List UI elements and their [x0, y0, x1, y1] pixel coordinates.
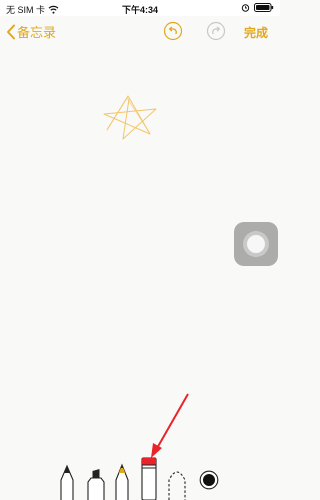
pencil-tool[interactable] — [115, 462, 129, 500]
pen-tool[interactable] — [60, 464, 74, 500]
eraser-tool[interactable] — [141, 454, 157, 500]
redo-icon[interactable] — [206, 21, 226, 41]
status-time: 下午4:34 — [121, 5, 158, 15]
undo-icon[interactable] — [163, 21, 183, 41]
nav-bar: 备忘录 完成 — [0, 16, 280, 48]
assistive-touch-dot — [247, 235, 265, 253]
color-picker-icon[interactable] — [199, 470, 219, 490]
chevron-left-icon — [7, 24, 15, 39]
status-bar: 无 SIM 卡 下午4:34 — [0, 0, 280, 16]
assistive-touch-icon[interactable] — [234, 222, 278, 266]
drawing-toolbar — [0, 436, 280, 500]
back-button[interactable]: 备忘录 — [6, 22, 56, 41]
battery-icon — [254, 3, 274, 12]
alarm-icon — [241, 4, 250, 12]
status-right — [241, 3, 274, 12]
done-button[interactable]: 完成 — [244, 24, 268, 41]
lasso-tool[interactable] — [167, 464, 187, 500]
marker-tool[interactable] — [87, 464, 105, 500]
back-label: 备忘录 — [17, 25, 57, 40]
